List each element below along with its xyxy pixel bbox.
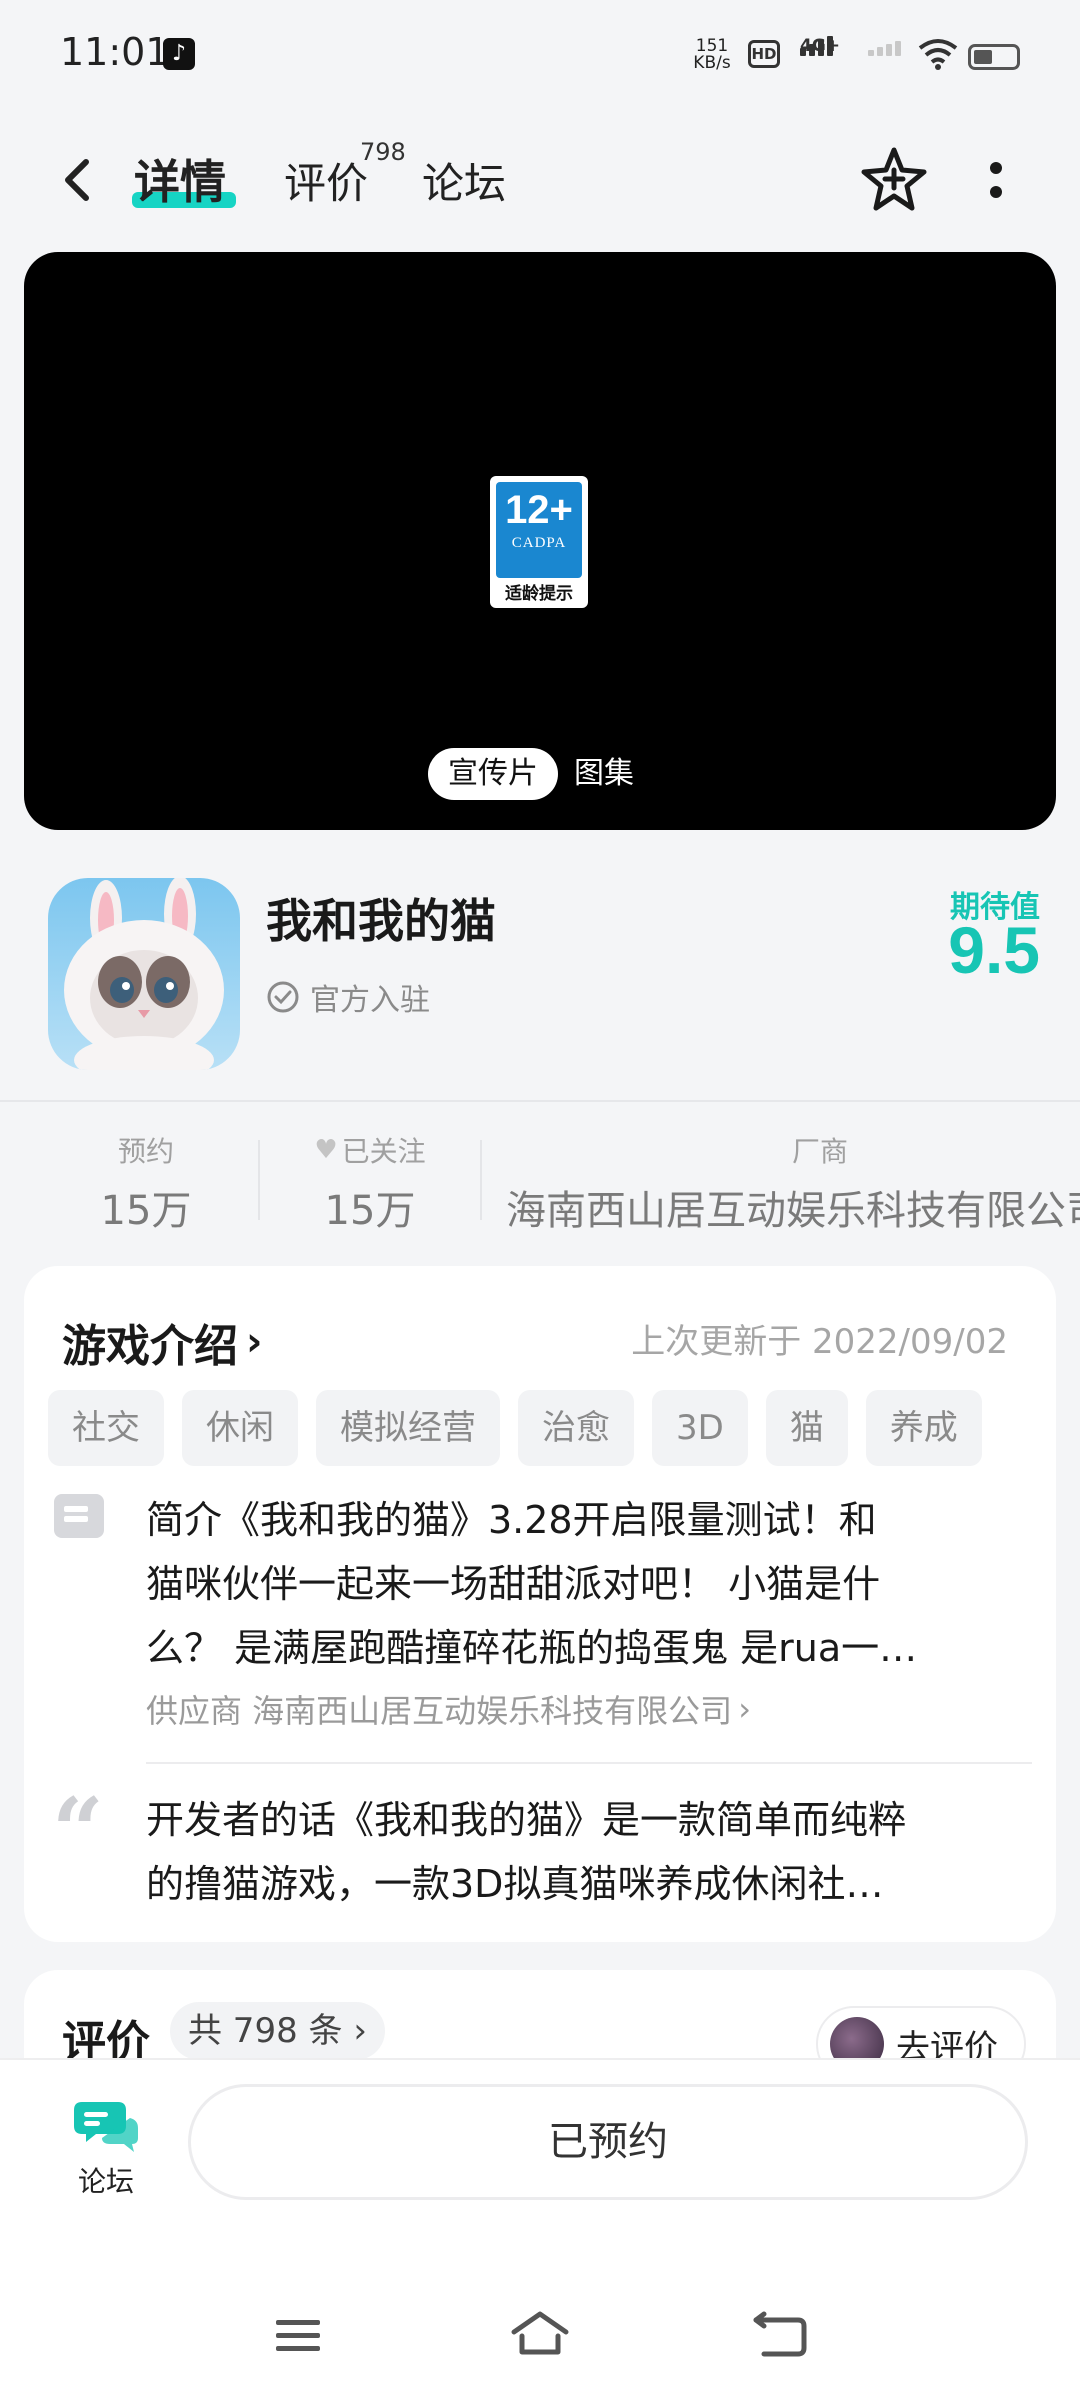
home-icon[interactable] bbox=[510, 2310, 570, 2360]
intro-title: 游戏介绍 bbox=[62, 1321, 238, 1372]
bottom-bar: 论坛 已预约 bbox=[0, 2058, 1080, 2400]
reviews-count-badge: 798 bbox=[360, 138, 406, 166]
tag-list: 社交 休闲 模拟经营 治愈 3D 猫 养成 bbox=[48, 1390, 982, 1466]
media-player[interactable]: 12+ CADPA 适龄提示 宣传片 图集 bbox=[24, 252, 1056, 830]
tag[interactable]: 3D bbox=[652, 1390, 748, 1466]
menu-icon[interactable] bbox=[270, 2310, 330, 2360]
tag[interactable]: 猫 bbox=[765, 1390, 848, 1466]
hd-icon: HD bbox=[748, 40, 780, 68]
chevron-right-icon: › bbox=[246, 1319, 263, 1365]
age-rating-badge: 12+ CADPA 适龄提示 bbox=[490, 476, 588, 608]
tag[interactable]: 休闲 bbox=[182, 1390, 298, 1466]
forum-icon[interactable] bbox=[74, 2096, 138, 2152]
tag[interactable]: 模拟经营 bbox=[316, 1390, 500, 1466]
tag[interactable]: 社交 bbox=[48, 1390, 164, 1466]
summary-line: 么？ 是满屋跑酷撞碎花瓶的捣蛋鬼 是rua一… bbox=[146, 1626, 918, 1670]
summary-line: 简介《我和我的猫》3.28开启限量测试！和 bbox=[146, 1498, 877, 1542]
summary-icon bbox=[54, 1494, 104, 1538]
rating-count: 共 798 条 bbox=[188, 2011, 343, 2051]
updated-date: 上次更新于 2022/09/02 bbox=[631, 1322, 1008, 1362]
tiktok-icon: ♪ bbox=[163, 38, 195, 70]
followed-value: 15万 bbox=[324, 1188, 416, 1234]
star-icon[interactable] bbox=[858, 144, 930, 216]
rating-count-link[interactable]: 共 798 条 › bbox=[170, 2002, 385, 2060]
back-nav-icon[interactable] bbox=[750, 2310, 810, 2360]
developer-line: 的撸猫游戏，一款3D拟真猫咪养成休闲社… bbox=[146, 1862, 884, 1906]
reservations-label: 预约 bbox=[117, 1135, 174, 1168]
tab-details[interactable]: 详情 bbox=[134, 146, 226, 212]
age-caption: 适龄提示 bbox=[505, 584, 573, 604]
summary-line: 猫咪伙伴一起来一场甜甜派对吧！ 小猫是什 bbox=[146, 1562, 881, 1606]
chevron-right-icon: › bbox=[353, 2011, 367, 2051]
tab-forum[interactable]: 论坛 bbox=[422, 150, 506, 211]
divider bbox=[0, 1100, 1080, 1102]
followed-label: 已关注 bbox=[341, 1135, 426, 1168]
expectation-value: 9.5 bbox=[948, 913, 1040, 987]
tab-reviews[interactable]: 评价 bbox=[284, 150, 368, 211]
intro-card: 游戏介绍 › 上次更新于 2022/09/02 社交 休闲 模拟经营 治愈 3D… bbox=[24, 1266, 1056, 1942]
official-badge: 官方入驻 bbox=[266, 975, 430, 1019]
tag[interactable]: 养成 bbox=[865, 1390, 982, 1466]
reserved-button[interactable]: 已预约 bbox=[188, 2084, 1028, 2200]
back-arrow-icon[interactable] bbox=[56, 150, 104, 210]
official-label: 官方入驻 bbox=[310, 983, 430, 1018]
supplier-link[interactable]: 供应商 海南西山居互动娱乐科技有限公司 › bbox=[146, 1686, 751, 1732]
reservations-value: 15万 bbox=[100, 1188, 192, 1234]
developer-line: 开发者的话《我和我的猫》是一款简单而纯粹 bbox=[146, 1798, 907, 1842]
quote-icon: “ bbox=[52, 1778, 104, 1884]
battery-icon bbox=[968, 44, 1020, 70]
status-time: 11:01 bbox=[60, 30, 170, 74]
wifi-icon bbox=[918, 39, 958, 70]
supplier-text: 供应商 海南西山居互动娱乐科技有限公司 bbox=[146, 1692, 733, 1730]
age-org: CADPA bbox=[511, 535, 567, 551]
forum-label[interactable]: 论坛 bbox=[64, 2160, 148, 2200]
intro-summary[interactable]: 简介《我和我的猫》3.28开启限量测试！和 猫咪伙伴一起来一场甜甜派对吧！ 小猫… bbox=[146, 1488, 1006, 1680]
check-circle-icon bbox=[267, 981, 299, 1013]
stat-separator bbox=[258, 1140, 260, 1220]
vendor-value[interactable]: 海南西山居互动娱乐科技有限公司 bbox=[506, 1178, 1080, 1236]
intro-title-link[interactable]: 游戏介绍 › bbox=[62, 1310, 262, 1374]
chevron-right-icon: › bbox=[738, 1690, 751, 1728]
divider bbox=[146, 1762, 1032, 1764]
heart-icon: ♥ bbox=[314, 1135, 338, 1165]
tag[interactable]: 治愈 bbox=[518, 1390, 634, 1466]
media-tab-gallery[interactable]: 图集 bbox=[574, 748, 634, 800]
net-speed: 151 KB/s bbox=[690, 38, 734, 72]
vendor-label: 厂商 bbox=[791, 1135, 848, 1168]
net-speed-unit: KB/s bbox=[693, 53, 731, 73]
app-icon bbox=[48, 878, 240, 1070]
age-rating: 12+ bbox=[505, 488, 573, 532]
stat-separator bbox=[480, 1140, 482, 1220]
app-name: 我和我的猫 bbox=[266, 894, 496, 948]
developer-note[interactable]: 开发者的话《我和我的猫》是一款简单而纯粹 的撸猫游戏，一款3D拟真猫咪养成休闲社… bbox=[146, 1788, 1006, 1916]
media-tab-trailer[interactable]: 宣传片 bbox=[428, 748, 558, 800]
more-icon[interactable] bbox=[984, 150, 1008, 210]
status-bar: 11:01 ♪ 151 KB/s HD 4G+ bbox=[0, 0, 1080, 110]
followed-stat[interactable]: ♥ 已关注 bbox=[300, 1130, 440, 1170]
